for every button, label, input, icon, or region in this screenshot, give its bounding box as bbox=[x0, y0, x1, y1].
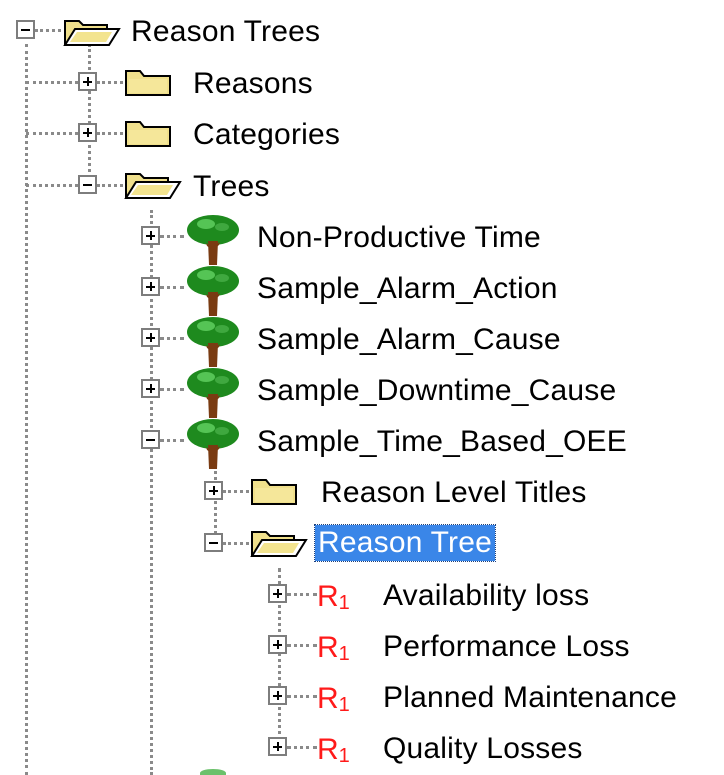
tree-node-label: Non-Productive Time bbox=[257, 221, 541, 254]
tree-node-reasons[interactable]: Reasons bbox=[0, 59, 700, 111]
tree-node-label: Planned Maintenance bbox=[383, 681, 678, 714]
tree-node-reason-trees[interactable]: Reason Trees bbox=[0, 7, 700, 59]
tree-connector bbox=[223, 542, 249, 545]
reason-r1-icon: R1 bbox=[317, 580, 350, 614]
reason-r1-icon: R1 bbox=[317, 631, 350, 665]
expand-toggle[interactable] bbox=[141, 277, 160, 296]
tree-node-sample-alarm-cause[interactable]: Sample_Alarm_Cause bbox=[0, 315, 700, 367]
tree-icon bbox=[187, 317, 239, 367]
tree-node-label: Sample_Downtime_Cause bbox=[257, 374, 617, 407]
folder-open-icon bbox=[63, 20, 121, 46]
tree-node-label: Reason Trees bbox=[131, 15, 321, 48]
folder-icon bbox=[125, 121, 171, 147]
tree-connector bbox=[160, 286, 184, 289]
tree-node-label: Availability loss bbox=[383, 579, 590, 612]
folder-icon bbox=[125, 70, 171, 96]
tree-connector bbox=[287, 695, 317, 698]
reason-r1-icon: R1 bbox=[317, 733, 350, 767]
collapse-toggle[interactable] bbox=[141, 430, 160, 449]
tree-node-label: Sample_Alarm_Action bbox=[257, 272, 558, 305]
tree-node-label: Quality Losses bbox=[383, 732, 583, 765]
tree-connector bbox=[26, 184, 78, 187]
tree-node-label-selected: Reason Tree bbox=[314, 524, 496, 562]
tree-connector bbox=[160, 337, 184, 340]
tree-connector bbox=[97, 81, 123, 84]
tree-node-trees[interactable]: Trees bbox=[0, 162, 700, 214]
expand-toggle[interactable] bbox=[141, 379, 160, 398]
tree-connector bbox=[35, 29, 61, 32]
tree-icon-partial bbox=[200, 769, 226, 775]
tree-node-label: Performance Loss bbox=[383, 630, 630, 663]
tree-node-non-productive-time[interactable]: Non-Productive Time bbox=[0, 213, 700, 265]
tree-icon bbox=[187, 215, 239, 265]
expand-toggle[interactable] bbox=[268, 584, 287, 603]
tree-node-quality-losses[interactable]: R1 Quality Losses bbox=[0, 724, 700, 775]
expand-toggle[interactable] bbox=[268, 737, 287, 756]
tree-connector bbox=[287, 593, 317, 596]
folder-open-icon bbox=[250, 531, 308, 557]
expand-toggle[interactable] bbox=[204, 481, 223, 500]
tree-node-label: Reason Level Titles bbox=[321, 476, 587, 509]
tree-connector bbox=[97, 132, 123, 135]
expand-toggle[interactable] bbox=[141, 328, 160, 347]
tree-node-reason-level-titles[interactable]: Reason Level Titles bbox=[0, 468, 700, 520]
expand-toggle[interactable] bbox=[141, 226, 160, 245]
collapse-toggle[interactable] bbox=[78, 175, 97, 194]
tree-node-availability-loss[interactable]: R1 Availability loss bbox=[0, 571, 700, 623]
tree-node-performance-loss[interactable]: R1 Performance Loss bbox=[0, 622, 700, 674]
tree-node-sample-alarm-action[interactable]: Sample_Alarm_Action bbox=[0, 264, 700, 316]
tree-connector bbox=[26, 132, 78, 135]
tree-connector bbox=[287, 746, 317, 749]
expand-toggle[interactable] bbox=[268, 686, 287, 705]
collapse-toggle[interactable] bbox=[16, 20, 35, 39]
tree-node-sample-time-based-oee[interactable]: Sample_Time_Based_OEE bbox=[0, 417, 700, 469]
tree-node-label: Reasons bbox=[193, 67, 313, 100]
collapse-toggle[interactable] bbox=[204, 533, 223, 552]
tree-node-label: Trees bbox=[193, 170, 270, 203]
tree-icon bbox=[187, 368, 239, 418]
tree-connector bbox=[160, 439, 184, 442]
tree-node-label: Categories bbox=[193, 118, 341, 151]
tree-node-label: Sample_Time_Based_OEE bbox=[257, 425, 627, 458]
tree-connector bbox=[160, 235, 184, 238]
folder-open-icon bbox=[124, 173, 182, 199]
reason-tree-view: Reason Trees Reasons Categories Trees No… bbox=[0, 0, 724, 775]
tree-connector bbox=[26, 81, 78, 84]
tree-connector bbox=[287, 644, 317, 647]
tree-node-sample-downtime-cause[interactable]: Sample_Downtime_Cause bbox=[0, 366, 700, 418]
tree-connector bbox=[97, 184, 123, 187]
tree-connector bbox=[223, 490, 249, 493]
folder-icon bbox=[251, 479, 297, 505]
tree-connector bbox=[160, 388, 184, 391]
expand-toggle[interactable] bbox=[78, 123, 97, 142]
tree-node-planned-maintenance[interactable]: R1 Planned Maintenance bbox=[0, 673, 700, 725]
tree-icon bbox=[187, 419, 239, 469]
expand-toggle[interactable] bbox=[268, 635, 287, 654]
tree-node-categories[interactable]: Categories bbox=[0, 110, 700, 162]
tree-node-label: Sample_Alarm_Cause bbox=[257, 323, 561, 356]
tree-icon bbox=[187, 266, 239, 316]
expand-toggle[interactable] bbox=[78, 72, 97, 91]
tree-node-reason-tree[interactable]: Reason Tree bbox=[0, 520, 700, 572]
reason-r1-icon: R1 bbox=[317, 682, 350, 716]
